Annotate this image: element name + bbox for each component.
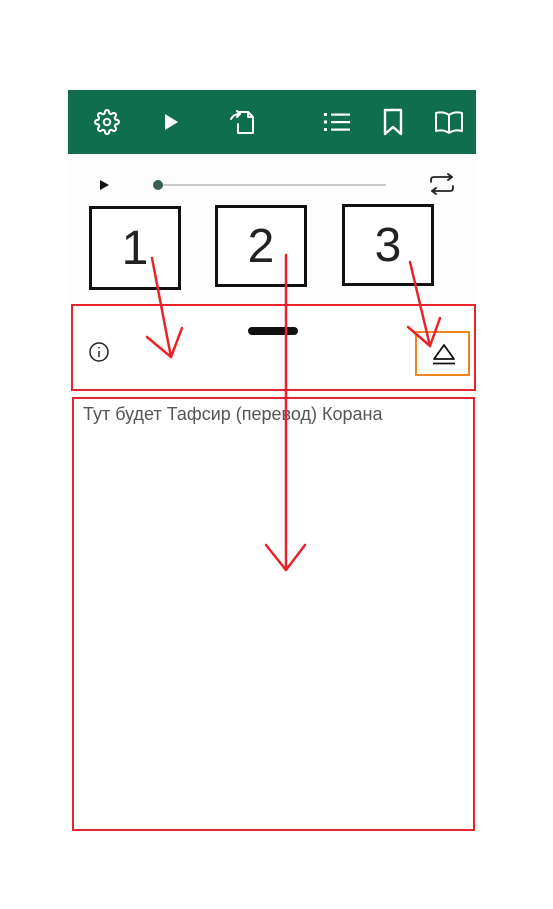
audio-progress-track[interactable] bbox=[158, 184, 386, 186]
play-icon[interactable] bbox=[100, 180, 109, 190]
play-icon[interactable] bbox=[156, 90, 186, 154]
share-document-icon[interactable] bbox=[224, 90, 260, 154]
bookmark-icon[interactable] bbox=[378, 90, 408, 154]
annotation-red-box-content bbox=[72, 397, 475, 831]
gear-icon[interactable] bbox=[92, 90, 122, 154]
annotation-box-3: 3 bbox=[342, 204, 434, 286]
tafsir-placeholder-text: Тут будет Тафсир (перевод) Корана bbox=[83, 404, 383, 424]
open-book-icon[interactable] bbox=[432, 90, 466, 154]
top-toolbar bbox=[68, 90, 476, 154]
list-icon[interactable] bbox=[320, 90, 354, 154]
annotation-box-2: 2 bbox=[215, 205, 307, 287]
repeat-icon[interactable] bbox=[428, 173, 456, 200]
annotation-red-box-header bbox=[71, 304, 476, 391]
audio-progress-thumb[interactable] bbox=[153, 180, 163, 190]
annotation-box-1: 1 bbox=[89, 206, 181, 290]
